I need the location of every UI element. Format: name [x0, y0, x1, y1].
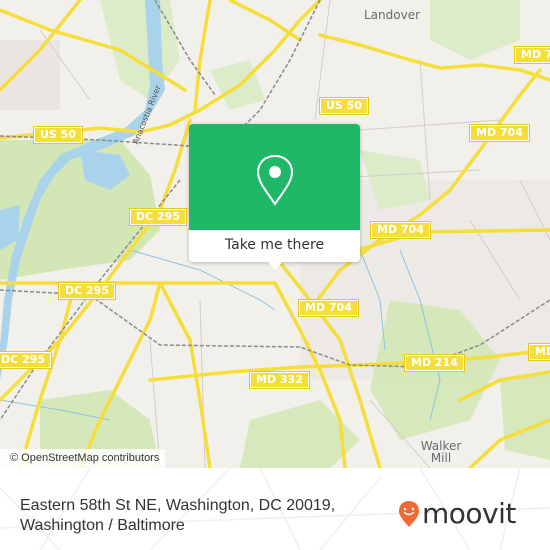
address-text: Eastern 58th St NE, Washington, DC 20019… [20, 496, 335, 536]
road-shield-md214: MD 214 [528, 343, 550, 361]
location-popup[interactable]: Take me there [189, 124, 360, 270]
road-shield-dc295: DC 295 [129, 208, 187, 226]
place-label-walker-mill: Walker Mill [420, 439, 462, 465]
road-shield-md704: MD 704 [298, 299, 359, 317]
map-attribution[interactable]: © OpenStreetMap contributors [0, 449, 166, 468]
place-label-landover: Landover [364, 8, 421, 22]
address-line-1: Eastern 58th St NE, Washington, DC 20019… [20, 497, 336, 514]
address-line-2: Washington / Baltimore [20, 517, 185, 534]
take-me-there-button[interactable]: Take me there [189, 230, 360, 262]
road-shield-md704: MD 704 [370, 221, 431, 239]
popup-pointer [267, 261, 283, 270]
road-shield-md704: MD 704 [514, 46, 550, 64]
footer: Eastern 58th St NE, Washington, DC 20019… [0, 468, 550, 550]
road-shield-md332: MD 332 [249, 371, 310, 389]
road-shield-us50: US 50 [319, 97, 369, 115]
location-pin-icon [256, 154, 294, 206]
road-shield-md704: MD 704 [469, 124, 530, 142]
road-shield-us50: US 50 [33, 126, 83, 144]
popup-header[interactable] [189, 124, 360, 230]
road-shield-dc295: DC 295 [0, 351, 52, 369]
moovit-wordmark: moovit [422, 497, 516, 530]
map-view[interactable]: Landover Walker Mill Anacostia River US … [0, 0, 550, 468]
road-shield-md214: MD 214 [404, 354, 465, 372]
moovit-logo: moovit [398, 500, 516, 528]
moovit-pin-icon [399, 501, 419, 527]
road-shield-dc295: DC 295 [58, 282, 116, 300]
